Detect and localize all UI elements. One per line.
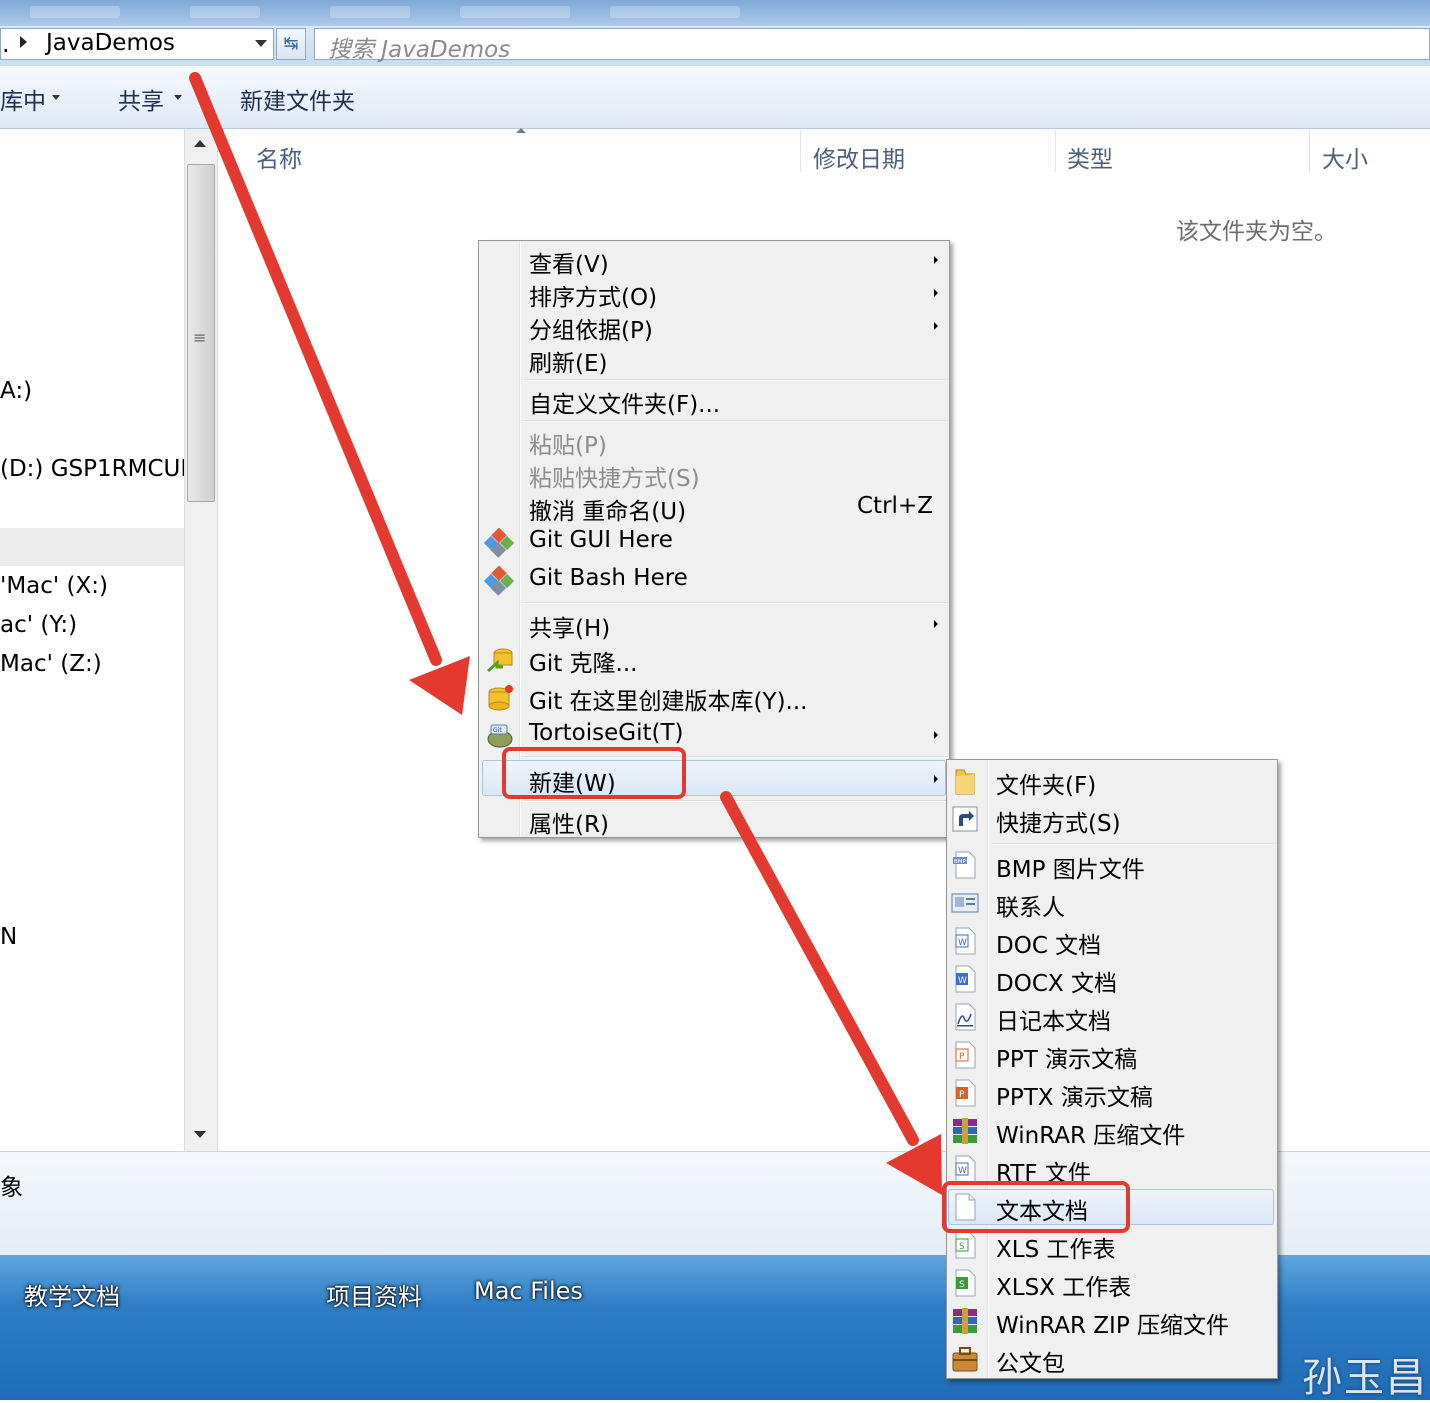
annotation-arrows: [189, 72, 942, 1195]
annotation-arrow-2: [720, 791, 942, 1195]
annotation-arrow-1: [189, 72, 470, 715]
